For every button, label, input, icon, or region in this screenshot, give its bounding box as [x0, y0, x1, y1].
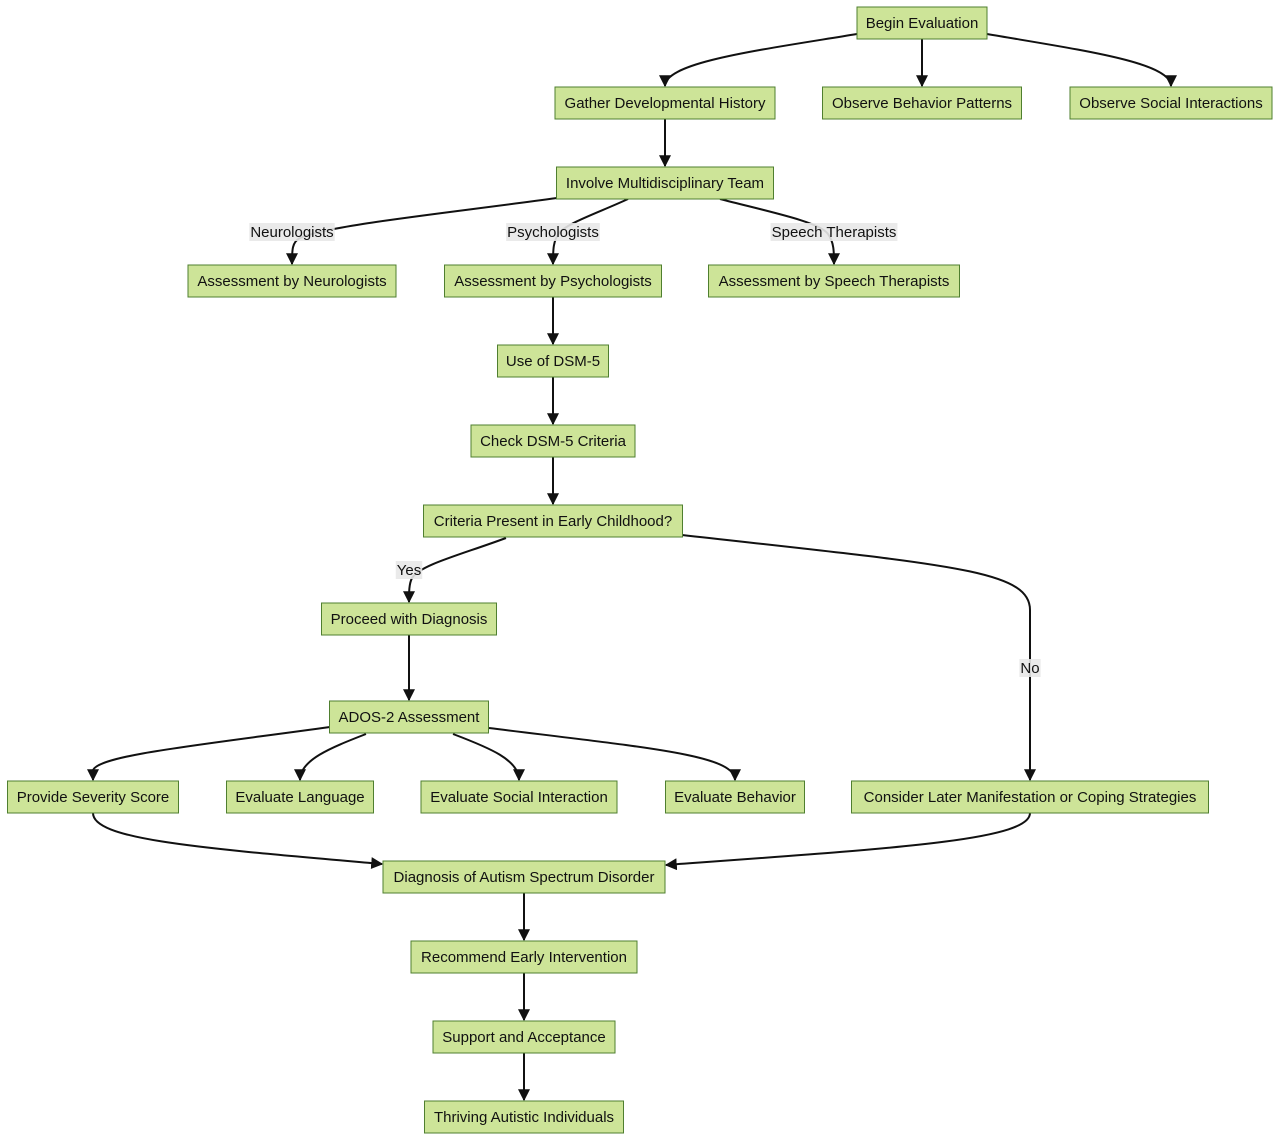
- node-label: Support and Acceptance: [442, 1029, 605, 1046]
- node-criteria: Criteria Present in Early Childhood?: [423, 504, 683, 538]
- edge-label-text: Neurologists: [250, 224, 333, 241]
- edge-arrow: [664, 812, 1031, 871]
- node-label: Observe Behavior Patterns: [832, 95, 1012, 112]
- node-later: Consider Later Manifestation or Coping S…: [851, 780, 1209, 814]
- edge-label-speech: Speech Therapists: [770, 223, 898, 241]
- edge-label-text: Speech Therapists: [772, 224, 897, 241]
- edge-label-yes: Yes: [395, 561, 423, 579]
- edge-label-text: Psychologists: [507, 224, 599, 241]
- node-label: Recommend Early Intervention: [421, 949, 627, 966]
- node-observe-behavior: Observe Behavior Patterns: [822, 86, 1022, 120]
- node-label: Evaluate Social Interaction: [430, 789, 608, 806]
- node-support: Support and Acceptance: [432, 1020, 616, 1054]
- node-dsm: Use of DSM-5: [497, 344, 609, 378]
- node-neuro: Assessment by Neurologists: [187, 264, 397, 298]
- node-label: Assessment by Speech Therapists: [719, 273, 950, 290]
- node-psych: Assessment by Psychologists: [444, 264, 662, 298]
- node-label: Involve Multidisciplinary Team: [566, 175, 764, 192]
- edge-label-text: Yes: [397, 562, 421, 579]
- node-label: Proceed with Diagnosis: [331, 611, 488, 628]
- node-gather: Gather Developmental History: [554, 86, 776, 120]
- node-label: ADOS-2 Assessment: [339, 709, 481, 726]
- node-label: Provide Severity Score: [17, 789, 170, 806]
- edge-arrow: [452, 733, 525, 782]
- node-diagnosis: Diagnosis of Autism Spectrum Disorder: [382, 860, 666, 894]
- node-label: Gather Developmental History: [565, 95, 766, 112]
- edge-arrow: [681, 534, 1036, 782]
- node-social: Evaluate Social Interaction: [420, 780, 618, 814]
- edge-label-neuro: Neurologists: [249, 223, 335, 241]
- node-observe-social: Observe Social Interactions: [1069, 86, 1273, 120]
- node-proceed: Proceed with Diagnosis: [321, 602, 497, 636]
- node-begin: Begin Evaluation: [856, 6, 988, 40]
- node-label: Assessment by Psychologists: [454, 273, 652, 290]
- edge-arrow: [87, 726, 331, 782]
- node-label: Criteria Present in Early Childhood?: [434, 513, 672, 530]
- node-label: Evaluate Language: [235, 789, 364, 806]
- node-label: Begin Evaluation: [866, 15, 979, 32]
- flowchart: Neurologists Psychologists Speech Therapis…: [7, 6, 1273, 1134]
- edge-label-psych: Psychologists: [506, 223, 600, 241]
- edge-arrow: [659, 33, 858, 88]
- node-label: Consider Later Manifestation or Coping S…: [864, 789, 1197, 806]
- node-label: Assessment by Neurologists: [197, 273, 386, 290]
- node-label: Check DSM-5 Criteria: [480, 433, 627, 450]
- node-label: Diagnosis of Autism Spectrum Disorder: [394, 869, 655, 886]
- node-speech: Assessment by Speech Therapists: [708, 264, 960, 298]
- node-thriving: Thriving Autistic Individuals: [424, 1100, 624, 1134]
- node-label: Evaluate Behavior: [674, 789, 796, 806]
- node-check: Check DSM-5 Criteria: [470, 424, 636, 458]
- edge-arrow: [986, 33, 1177, 88]
- edge-arrow: [403, 537, 507, 604]
- node-recommend: Recommend Early Intervention: [410, 940, 638, 974]
- node-label: Observe Social Interactions: [1079, 95, 1262, 112]
- edge-label-no: No: [1019, 659, 1041, 677]
- edge-arrow: [294, 733, 367, 782]
- node-severity: Provide Severity Score: [7, 780, 179, 814]
- edge-label-text: No: [1020, 660, 1039, 677]
- node-label: Use of DSM-5: [506, 353, 600, 370]
- edge-arrow: [92, 812, 384, 870]
- node-language: Evaluate Language: [226, 780, 374, 814]
- node-involve: Involve Multidisciplinary Team: [556, 166, 774, 200]
- node-label: Thriving Autistic Individuals: [434, 1109, 614, 1126]
- node-ados: ADOS-2 Assessment: [329, 700, 489, 734]
- edge-arrow: [488, 727, 741, 782]
- node-behavior: Evaluate Behavior: [665, 780, 805, 814]
